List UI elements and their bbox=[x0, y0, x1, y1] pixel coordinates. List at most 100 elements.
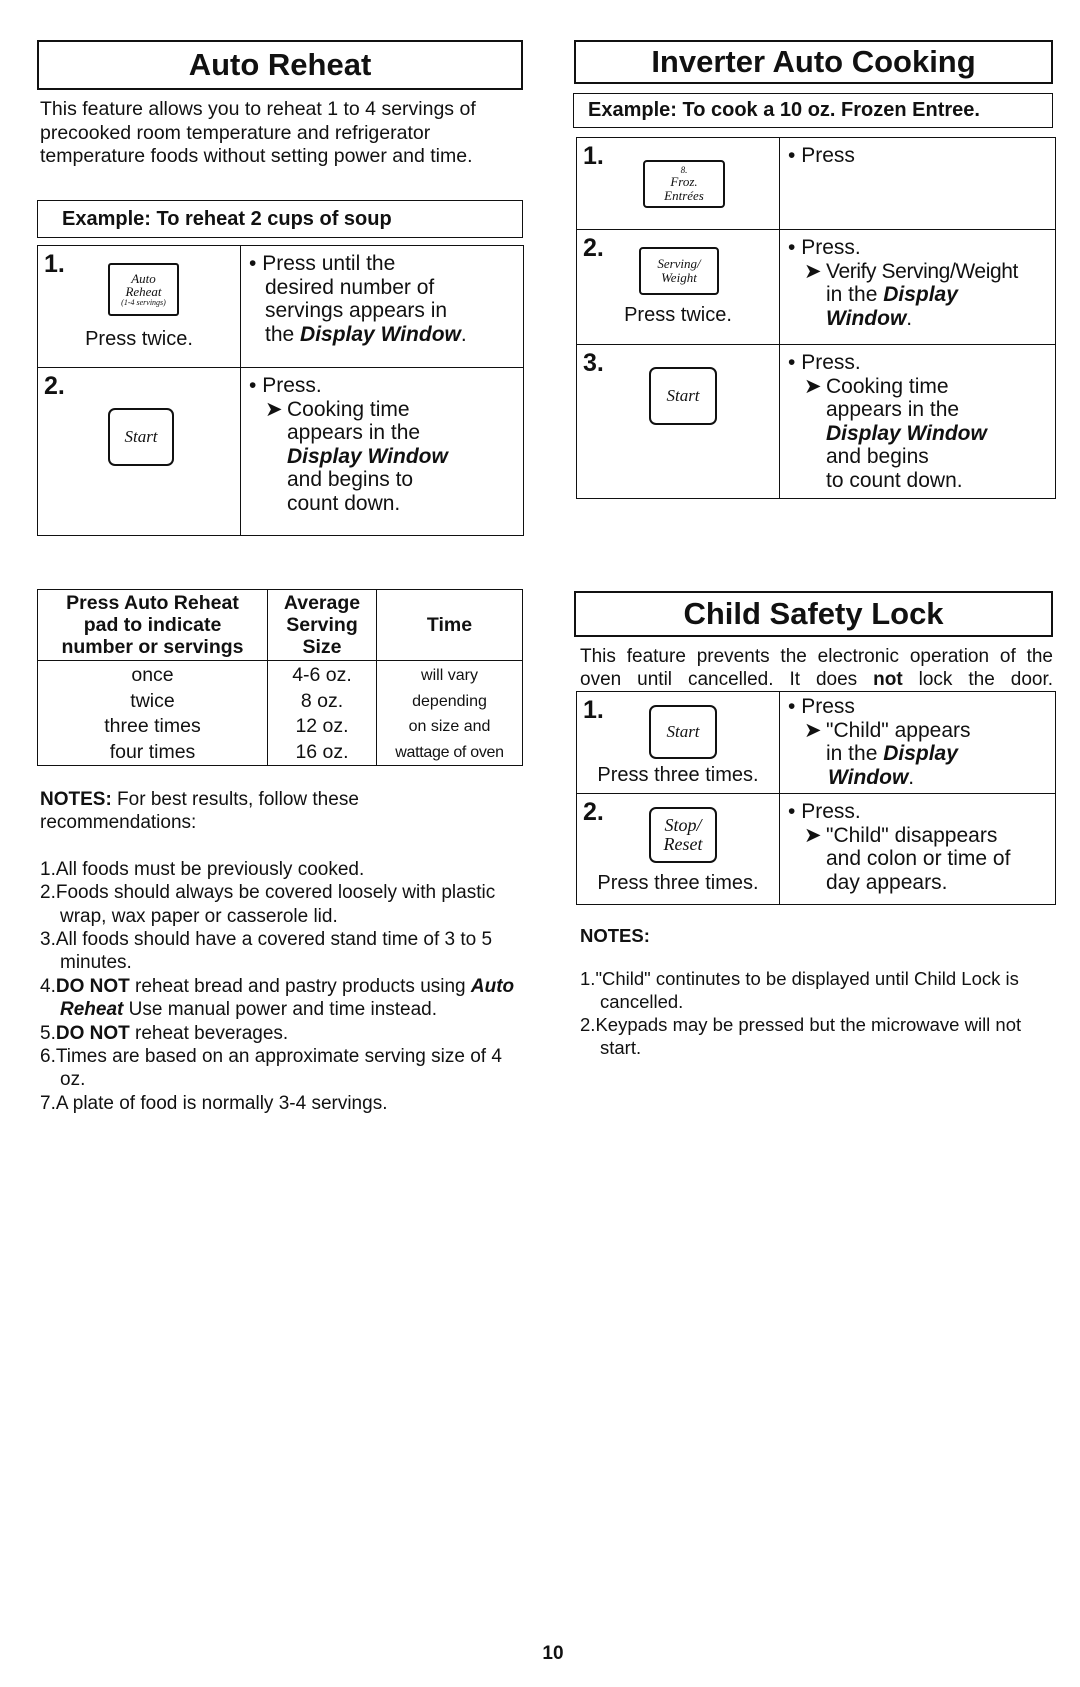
step-number: 1. bbox=[44, 250, 65, 278]
press-note: Press twice. bbox=[85, 328, 193, 350]
text: in the bbox=[826, 742, 884, 765]
note-number: 1. bbox=[580, 968, 596, 989]
notes-label: NOTES: bbox=[580, 925, 650, 946]
example-text: Example: To reheat 2 cups of soup bbox=[62, 207, 392, 230]
note-item: 1."Child" continutes to be displayed unt… bbox=[580, 967, 1050, 1013]
press-note: Press three times. bbox=[597, 872, 759, 894]
instruction-line: servings appears in bbox=[265, 299, 448, 322]
instruction-line: and begins to bbox=[287, 468, 414, 491]
step-instruction: • Press. ➤ Cooking time appears in the Di… bbox=[788, 351, 987, 492]
note-text: Foods should always be covered loosely w… bbox=[55, 882, 496, 927]
note-item: 3.All foods should have a covered stand … bbox=[40, 928, 520, 975]
note-item: 6.Times are based on an approximate serv… bbox=[40, 1045, 520, 1092]
text: . bbox=[460, 322, 467, 346]
key-label: Start bbox=[124, 427, 158, 447]
header-line: pad to indicate bbox=[83, 614, 222, 636]
key-label-line: Weight bbox=[661, 270, 697, 285]
display-window-term: Display Window bbox=[287, 444, 448, 468]
inverter-example: Example: To cook a 10 oz. Frozen Entree. bbox=[573, 93, 1053, 128]
instruction-sub: ➤ Cooking time bbox=[804, 375, 987, 399]
instruction-line: "Child" disappears bbox=[826, 823, 998, 847]
header-time: Time bbox=[376, 589, 523, 661]
table-row: three times 12 oz. on size and bbox=[37, 714, 523, 740]
display-term: Display bbox=[883, 283, 958, 306]
bullet-icon: • bbox=[788, 236, 796, 259]
step-instruction: • Press until the desired number of serv… bbox=[249, 252, 467, 346]
bullet-icon: • bbox=[788, 351, 796, 374]
window-term: Window bbox=[828, 765, 909, 789]
bullet-icon: • bbox=[788, 800, 796, 823]
key-label: Start bbox=[666, 722, 700, 742]
step-key-cell: 2. Serving/ Weight Press twice. bbox=[576, 229, 780, 345]
inverter-auto-cooking-title: Inverter Auto Cooking bbox=[574, 40, 1053, 84]
cell-size: 8 oz. bbox=[267, 688, 377, 714]
auto-reheat-title: Auto Reheat bbox=[37, 40, 523, 90]
arrow-icon: ➤ bbox=[265, 397, 283, 421]
step-row: 3. Start • Press. ➤ Cooking time appears … bbox=[576, 344, 1056, 499]
step-key-cell: 1. Start Press three times. bbox=[576, 691, 780, 794]
cell-size: 12 oz. bbox=[267, 714, 377, 740]
instruction-sub: ➤ Cooking time bbox=[265, 398, 448, 422]
step-row: 2. Serving/ Weight Press twice. • Press.… bbox=[576, 229, 1056, 345]
header-line: Average bbox=[283, 592, 361, 614]
step-key-cell: 2. Start bbox=[37, 367, 241, 536]
step-key-cell: 1. 8. Froz. Entrées bbox=[576, 137, 780, 230]
key-label-line: Auto bbox=[131, 270, 156, 286]
note-item: 1.All foods must be previously cooked. bbox=[40, 858, 520, 881]
note-number: 1. bbox=[40, 858, 56, 880]
step-instruction: • Press ➤ "Child" appears in the Display … bbox=[788, 695, 971, 789]
note-number: 2. bbox=[580, 1014, 596, 1035]
step-key-cell: 2. Stop/ Reset Press three times. bbox=[576, 793, 780, 905]
serving-size-table: Press Auto Reheat pad to indicate number… bbox=[37, 589, 523, 766]
text: in the bbox=[826, 283, 884, 306]
step-number: 1. bbox=[583, 142, 604, 170]
table-row: four times 16 oz. wattage of oven bbox=[37, 739, 523, 766]
instruction-line: day appears. bbox=[826, 870, 948, 894]
instruction-line: Press bbox=[801, 144, 855, 167]
instruction-line: Press. bbox=[801, 351, 861, 374]
start-key-icon: Start bbox=[649, 367, 717, 425]
header-serving-size: Average Serving Size bbox=[267, 589, 377, 661]
note-number: 2. bbox=[40, 882, 56, 904]
step-row: 1. 8. Froz. Entrées • Press bbox=[576, 137, 1056, 230]
note-number: 4. bbox=[40, 975, 56, 997]
note-text: reheat beverages. bbox=[129, 1022, 289, 1044]
table-header-row: Press Auto Reheat pad to indicate number… bbox=[37, 589, 523, 661]
cell-time: on size and bbox=[376, 714, 523, 740]
key-label-line: Entrées bbox=[664, 187, 704, 203]
step-row: 2. Start • Press. ➤ Cooking time appears … bbox=[37, 367, 524, 536]
step-instruction-cell: • Press until the desired number of serv… bbox=[240, 245, 524, 368]
notes-label: NOTES: bbox=[40, 789, 112, 810]
auto-reheat-key-icon: Auto Reheat (1-4 servings) bbox=[108, 263, 179, 316]
header-press-count: Press Auto Reheat pad to indicate number… bbox=[37, 589, 268, 661]
note-number: 3. bbox=[40, 929, 56, 951]
instruction-line: desired number of bbox=[265, 275, 435, 299]
cell-size: 4-6 oz. bbox=[267, 660, 377, 689]
child-lock-notes: NOTES: 1."Child" continutes to be displa… bbox=[580, 924, 1050, 1059]
arrow-icon: ➤ bbox=[804, 374, 822, 398]
step-instruction: • Press bbox=[788, 144, 855, 168]
example-text: Example: To cook a 10 oz. Frozen Entree. bbox=[588, 99, 980, 121]
press-note: Press three times. bbox=[597, 764, 759, 786]
step-instruction: • Press. ➤ Cooking time appears in the Di… bbox=[249, 374, 448, 515]
instruction-line: Press. bbox=[801, 800, 861, 823]
instruction-line: the Display Window. bbox=[249, 323, 467, 347]
instruction-line: count down. bbox=[287, 491, 401, 515]
key-label-line: Reset bbox=[663, 834, 703, 854]
instruction-sub: ➤ Verify Serving/Weight bbox=[804, 260, 1018, 284]
instruction-line: "Child" appears bbox=[826, 718, 971, 742]
note-number: 7. bbox=[40, 1092, 56, 1114]
display-window-term: Display Window bbox=[300, 322, 461, 346]
key-label-line: Stop/ bbox=[664, 815, 702, 836]
step-number: 3. bbox=[583, 349, 604, 377]
instruction-line: Cooking time bbox=[287, 397, 410, 421]
header-line: Size bbox=[302, 636, 342, 658]
window-term: Window bbox=[826, 306, 907, 330]
start-key-icon: Start bbox=[108, 408, 174, 466]
reheat-notes: NOTES: For best results, follow these re… bbox=[40, 788, 520, 1115]
header-line: number or servings bbox=[61, 636, 244, 658]
instruction-sub: ➤ "Child" disappears bbox=[804, 824, 1010, 848]
text: . bbox=[906, 306, 913, 330]
instruction-line: Verify Serving/Weight bbox=[826, 259, 1018, 283]
inverter-steps-table: 1. 8. Froz. Entrées • Press 2. Serving/ … bbox=[576, 137, 1056, 499]
